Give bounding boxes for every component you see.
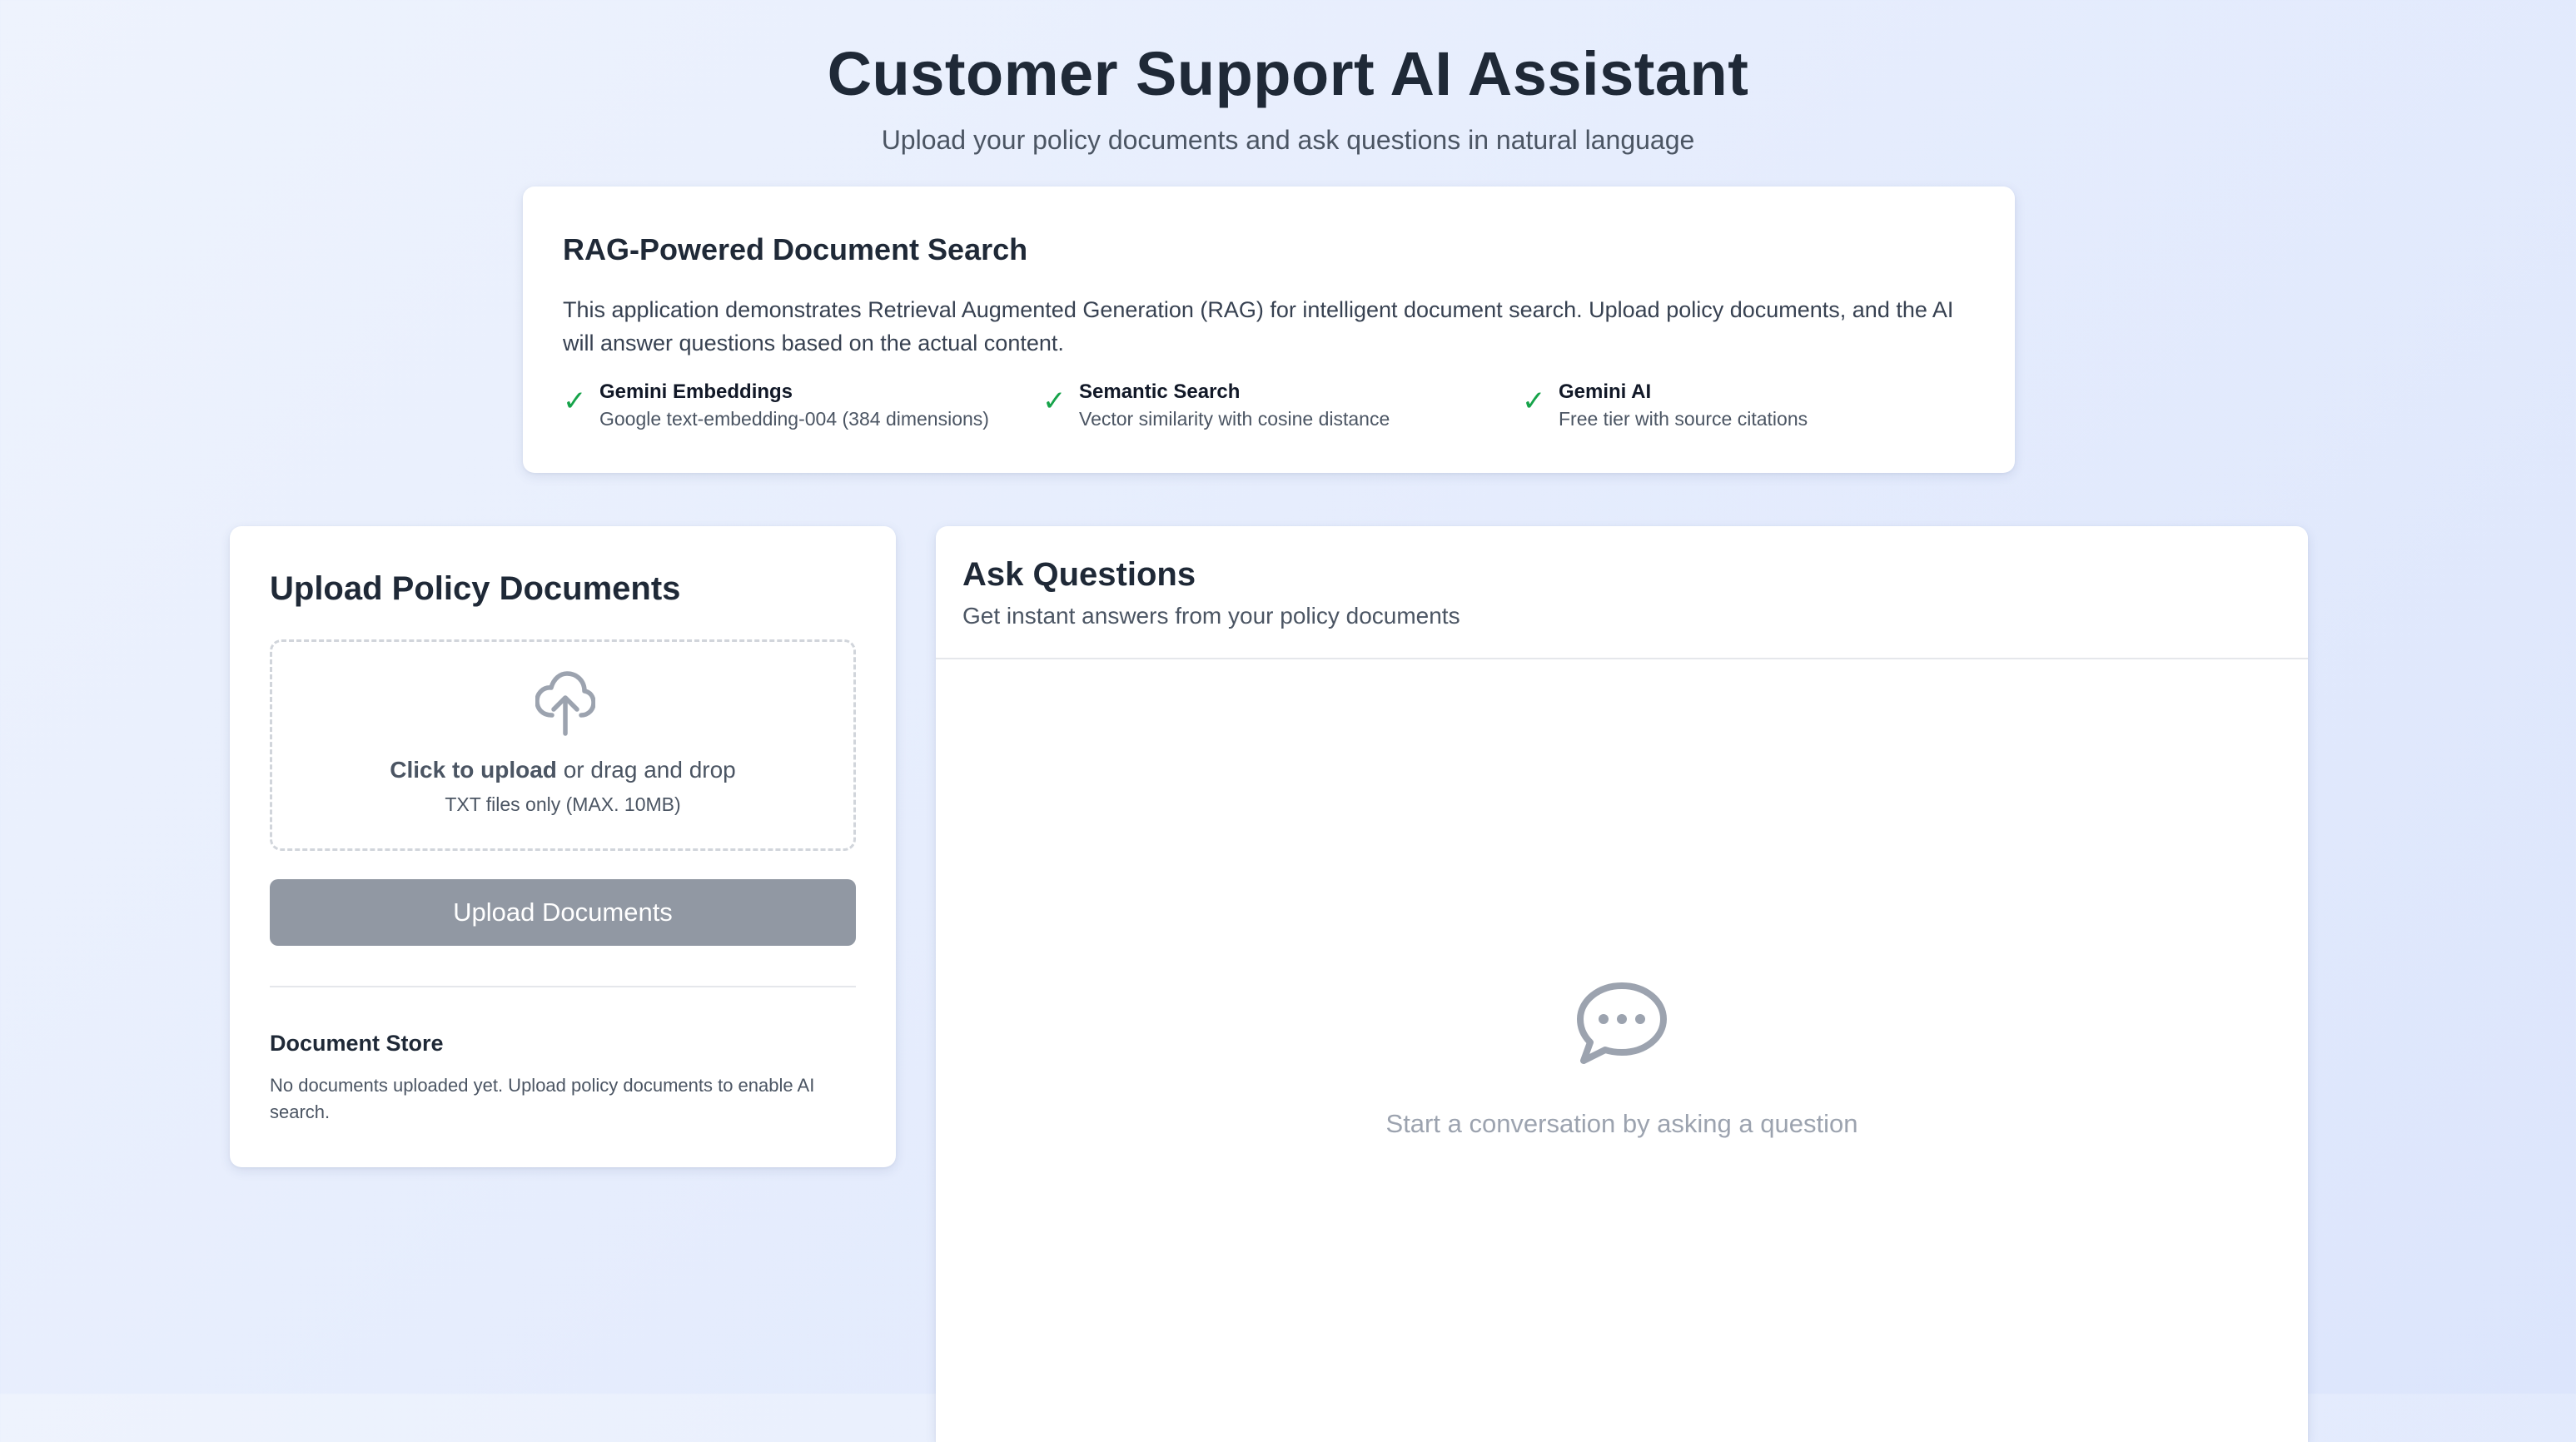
check-icon: ✓ [563,385,587,417]
feature-list: ✓ Gemini Embeddings Google text-embeddin… [563,380,2012,438]
dropzone-instructions: Click to upload or drag and drop [272,755,853,785]
dropzone-hint: TXT files only (MAX. 10MB) [445,793,681,815]
page-title: Customer Support AI Assistant [827,39,1749,108]
drag-drop-text: or drag and drop [563,757,736,783]
chat-subtitle: Get instant answers from your policy doc… [962,603,1460,629]
chat-bubble-icon [1577,982,1667,1064]
chat-empty-state-text: Start a conversation by asking a questio… [1385,1109,1858,1138]
chat-header: Ask Questions Get instant answers from y… [936,526,2308,659]
feature-description: Free tier with source citations [1559,408,1808,430]
check-icon: ✓ [1042,385,1067,417]
info-card-description: This application demonstrates Retrieval … [563,297,1954,356]
page-subtitle: Upload your policy documents and ask que… [881,125,1695,155]
check-icon: ✓ [1522,385,1546,417]
feature-semantic-search: ✓ Semantic Search Vector similarity with… [1042,380,1509,438]
feature-gemini-embeddings: ✓ Gemini Embeddings Google text-embeddin… [563,380,1029,438]
feature-description: Vector similarity with cosine distance [1079,408,1390,430]
feature-gemini-ai: ✓ Gemini AI Free tier with source citati… [1522,380,1988,438]
feature-title: Gemini AI [1559,380,1652,403]
divider [270,986,856,987]
feature-title: Semantic Search [1079,380,1241,403]
upload-panel-title: Upload Policy Documents [270,570,681,607]
info-card-title: RAG-Powered Document Search [563,232,1028,266]
document-store-empty-message: No documents uploaded yet. Upload policy… [270,1075,815,1122]
upload-documents-button[interactable]: Upload Documents [270,879,856,946]
feature-description: Google text-embedding-004 (384 dimension… [599,408,989,430]
cloud-upload-icon [535,671,595,736]
file-dropzone[interactable]: Click to upload or drag and drop TXT fil… [270,639,856,851]
info-card: RAG-Powered Document Search This applica… [523,186,2015,473]
upload-panel: Upload Policy Documents Click to upload … [230,526,896,1167]
click-to-upload-link[interactable]: Click to upload [390,757,557,783]
feature-title: Gemini Embeddings [599,380,793,403]
document-store-title: Document Store [270,1031,444,1056]
chat-title: Ask Questions [962,556,1196,593]
chat-panel: Ask Questions Get instant answers from y… [936,526,2308,1442]
